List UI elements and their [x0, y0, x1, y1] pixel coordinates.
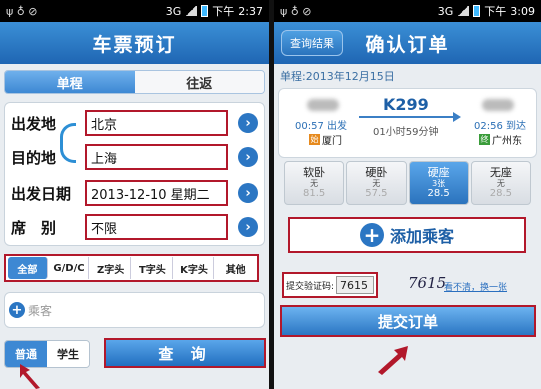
blurred-from-name [307, 99, 339, 111]
seat-name: 硬卧 [365, 165, 388, 179]
seat-price: 28.5 [427, 188, 450, 200]
seat-class-selector: 软卧 无 81.5 硬卧 无 57.5 硬座 3张 28.5 无座 无 28.5 [284, 161, 531, 205]
train-info-card: K299 01小时59分钟 00:57 出发 02:56 到达 始 厦门 终 广… [278, 88, 537, 158]
from-station-name: 厦门 [322, 136, 342, 147]
filter-other[interactable]: 其他 [216, 257, 255, 279]
train-number: K299 [383, 95, 429, 114]
seat-label: 席 别 [11, 218, 57, 237]
from-label: 出发地 [11, 114, 57, 133]
verification-field: 提交验证码: 7615 [282, 272, 378, 298]
verify-input[interactable]: 7615 [336, 276, 375, 294]
submit-order-button[interactable]: 提交订单 [280, 305, 536, 337]
seat-name: 硬座 [427, 165, 450, 179]
time-prefix: 下午 [212, 5, 235, 18]
add-icon: + [359, 223, 384, 247]
filter-t[interactable]: T字头 [133, 257, 173, 279]
seat-price: 57.5 [365, 188, 388, 200]
status-bar: ψ ♁ ⊘ 3G 下午 2:37 [0, 0, 269, 22]
seat-field[interactable]: 不限 [85, 214, 228, 240]
filter-all[interactable]: 全部 [8, 257, 48, 279]
trip-type-tabs: 单程 往返 [4, 70, 265, 94]
seat-name: 无座 [489, 165, 512, 179]
search-form: 出发地 北京 › 目的地 上海 › 出发日期 2013-12-10 星期二 › … [4, 102, 265, 246]
status-bar: ψ ♁ ⊘ 3G 下午 3:09 [274, 0, 541, 22]
to-station-name: 广州东 [492, 136, 522, 147]
pointer-arrow-icon [20, 364, 40, 389]
captcha-image: 7615 [408, 274, 447, 292]
filter-z[interactable]: Z字头 [91, 257, 132, 279]
page-title: 确认订单 [365, 33, 450, 56]
seat-option-hard-seat[interactable]: 硬座 3张 28.5 [408, 161, 469, 205]
network-label: 3G [165, 4, 182, 18]
add-passenger-label: 添加乘客 [389, 227, 454, 246]
network-label: 3G [437, 4, 454, 18]
seat-option-hard-sleeper[interactable]: 硬卧 无 57.5 [346, 161, 407, 205]
from-row: 出发地 北京 › [5, 105, 264, 141]
date-field[interactable]: 2013-12-10 星期二 [85, 180, 228, 206]
seat-price: 81.5 [302, 188, 326, 200]
notification-icons: ψ ♁ ⊘ [280, 4, 312, 18]
to-row: 目的地 上海 › [5, 139, 264, 175]
trip-date: 单程:2013年12月15日 [280, 70, 395, 83]
refresh-captcha-link[interactable]: 看不清，换一张 [444, 280, 507, 293]
arrive-time: 02:56 到达 [474, 121, 526, 132]
verify-label: 提交验证码: [286, 281, 335, 292]
back-button[interactable]: 查询结果 [281, 30, 343, 56]
page-title: 车票预订 [0, 22, 269, 64]
seat-availability: 无 [372, 178, 381, 188]
seat-option-no-seat[interactable]: 无座 无 28.5 [470, 161, 531, 205]
seat-availability: 3张 [432, 178, 446, 188]
status-time: 2:37 [238, 4, 263, 18]
to-label: 目的地 [11, 148, 57, 167]
title-bar: 查询结果 确认订单 [274, 22, 541, 64]
filter-gdc[interactable]: G/D/C [50, 257, 90, 279]
chevron-right-icon[interactable]: › [238, 147, 258, 167]
chevron-right-icon[interactable]: › [238, 217, 258, 237]
seat-availability: 无 [496, 178, 505, 188]
tab-one-way[interactable]: 单程 [5, 71, 135, 93]
booking-screen: ψ ♁ ⊘ 3G 下午 2:37 车票预订 单程 往返 出发地 北京 › 目的地… [0, 0, 269, 389]
ticket-type-student[interactable]: 学生 [47, 341, 89, 367]
tab-round-trip[interactable]: 往返 [134, 71, 264, 93]
battery-icon [473, 5, 481, 17]
seat-name: 软卧 [303, 165, 326, 179]
chevron-right-icon[interactable]: › [238, 113, 258, 133]
date-label: 出发日期 [11, 184, 72, 203]
from-field[interactable]: 北京 [85, 110, 228, 136]
seat-row: 席 别 不限 › [5, 209, 264, 245]
trip-duration: 01小时59分钟 [373, 127, 439, 138]
route-arrow-icon [359, 112, 461, 122]
notification-icons: ψ ♁ ⊘ [6, 4, 38, 18]
signal-icon [185, 6, 198, 16]
blurred-to-name [482, 99, 514, 111]
passenger-placeholder: 乘客 [28, 303, 53, 318]
start-tag-icon: 始 [309, 134, 320, 145]
train-type-filter: 全部 G/D/C Z字头 T字头 K字头 其他 [4, 254, 259, 282]
end-tag-icon: 终 [479, 134, 490, 145]
passenger-selector[interactable]: + 乘客 [4, 292, 265, 328]
depart-time: 00:57 出发 [295, 121, 347, 132]
date-row: 出发日期 2013-12-10 星期二 › [5, 175, 264, 211]
to-station: 终 广州东 [479, 132, 522, 147]
filter-k[interactable]: K字头 [175, 257, 215, 279]
from-station: 始 厦门 [309, 132, 342, 147]
seat-option-soft-sleeper[interactable]: 软卧 无 81.5 [284, 161, 345, 205]
add-icon: + [9, 302, 25, 318]
to-field[interactable]: 上海 [85, 144, 228, 170]
time-prefix: 下午 [484, 5, 507, 18]
battery-icon [201, 5, 209, 17]
chevron-right-icon[interactable]: › [238, 183, 258, 203]
query-button[interactable]: 查 询 [104, 338, 266, 368]
add-passenger-button[interactable]: + 添加乘客 [288, 217, 526, 253]
seat-price: 28.5 [489, 188, 512, 200]
seat-availability: 无 [310, 178, 319, 188]
status-time: 3:09 [510, 4, 535, 18]
confirm-order-screen: ψ ♁ ⊘ 3G 下午 3:09 查询结果 确认订单 单程:2013年12月15… [274, 0, 541, 389]
signal-icon [457, 6, 470, 16]
pointer-arrow-icon [378, 346, 408, 375]
